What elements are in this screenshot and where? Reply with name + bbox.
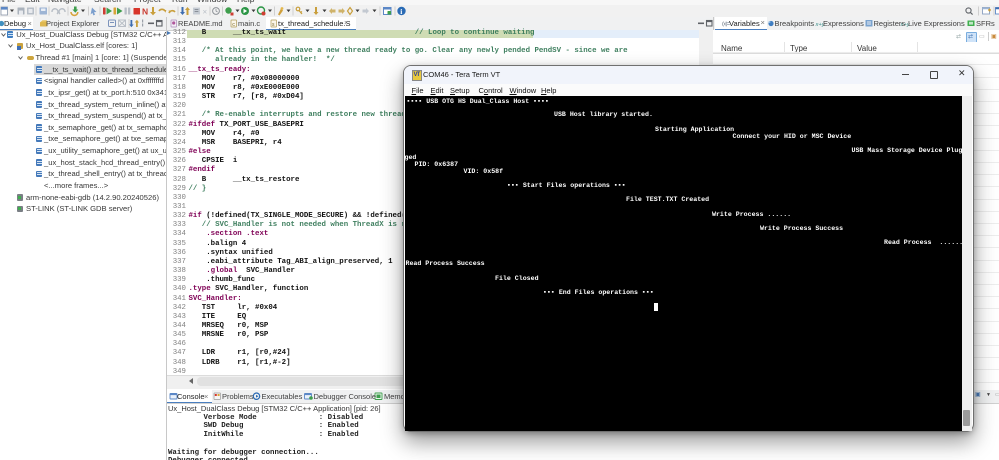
svg-text:×: × <box>203 8 208 17</box>
svg-text:N: N <box>142 7 148 17</box>
svg-text:c: c <box>232 22 235 28</box>
svg-text:i: i <box>400 7 402 16</box>
